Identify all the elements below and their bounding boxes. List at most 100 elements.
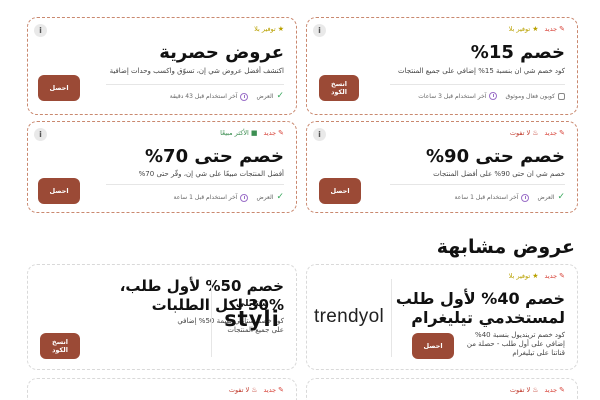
last-used: آخر استخدام قبل 3 ساعات	[418, 92, 498, 100]
new-label: جديد	[544, 272, 558, 280]
last-used-label: آخر استخدام قبل 1 ساعة	[454, 194, 519, 201]
new-icon: ✎	[559, 271, 565, 280]
last-used: آخر استخدام قبل 1 ساعة	[454, 193, 530, 202]
offer-status: ✓ العرض	[256, 193, 284, 202]
offer-title: خصم حتى 90%	[426, 146, 565, 167]
new-badge: ✎ جديد	[544, 272, 565, 280]
check-icon: ✓	[276, 91, 284, 101]
offer-label: العرض	[256, 194, 274, 201]
info-icon[interactable]: i	[313, 128, 326, 141]
category-badge: ■ الأكثر مبيعًا	[220, 129, 257, 137]
clock-icon	[521, 193, 530, 202]
info-icon[interactable]: i	[34, 128, 47, 141]
category-label: لا تفوت	[509, 386, 531, 394]
verified-icon	[558, 92, 565, 100]
offer-title: عروض حصرية	[159, 42, 284, 63]
card-tags: ✎ جديد ♨ لا تفوت	[510, 129, 565, 137]
offer-label: العرض	[537, 194, 555, 201]
card-tags: ✎ جديد ■ الأكثر مبيعًا	[220, 129, 284, 137]
offer-description: اكتشف أفضل عروض شي إن، تسوّق واكسب وحدات…	[109, 67, 284, 75]
brand-divider	[391, 279, 392, 357]
offer-description: كود خصم ترينديول بنسبة 40% إضافي على أول…	[466, 331, 565, 357]
offer-description: أفضل المنتجات مبيعًا على شي إن، وفّر حتى…	[138, 170, 284, 178]
new-label: جديد	[544, 129, 558, 137]
new-icon: ✎	[278, 128, 284, 137]
category-label: توفير بلا	[508, 25, 531, 33]
card-tags: ✎ جديد ♨ لا تفوت	[510, 386, 565, 394]
verified-label: كوبون فعال وموثوق	[505, 92, 555, 100]
get-deal-button[interactable]: احصل	[319, 178, 361, 204]
new-label: جديد	[263, 386, 277, 394]
verified-status: كوبون فعال وموثوق	[505, 92, 565, 100]
offer-title-line1: خصم 50% لأول طلب،	[119, 277, 284, 295]
category-label: توفير بلا	[254, 25, 276, 33]
category-label: الأكثر مبيعًا	[220, 129, 249, 137]
check-icon: ✓	[557, 192, 565, 202]
offer-title-line2: لمستخدمي تيليغرام	[411, 308, 565, 327]
new-icon: ✎	[559, 128, 565, 137]
check-icon: ✓	[276, 192, 284, 202]
brand-divider	[211, 279, 212, 357]
card-tags: ✎ جديد ★ توفير بلا	[509, 272, 565, 280]
new-icon: ✎	[278, 385, 284, 394]
offer-meta: ✓ العرض آخر استخدام قبل 1 ساعة	[455, 193, 565, 202]
new-label: جديد	[263, 129, 277, 137]
clock-icon	[240, 92, 249, 101]
divider	[390, 84, 565, 85]
offer-status: ✓ العرض	[256, 92, 284, 101]
offer-meta: كوبون فعال وموثوق آخر استخدام قبل 3 ساعا…	[418, 92, 565, 100]
trendyol-logo[interactable]: trendyol	[311, 306, 387, 328]
fire-icon: ♨	[532, 128, 539, 137]
copy-code-button[interactable]: انسخ الكود	[40, 333, 80, 359]
similar-offer-card: خصم 50% لأول طلب، 30% لكل الطلبات كود خص…	[27, 264, 297, 370]
info-icon[interactable]: i	[34, 24, 47, 37]
new-badge: ✎ جديد	[544, 25, 565, 33]
category-label: لا تفوت	[509, 129, 531, 137]
bestseller-icon: ■	[250, 128, 258, 137]
category-label: توفير بلا	[508, 272, 531, 280]
copy-code-button[interactable]: انسخ الكود	[319, 75, 359, 101]
last-used: آخر استخدام قبل 43 دقيقة	[170, 92, 249, 101]
coupon-card: i ✎ جديد ♨ لا تفوت خصم حتى 90% خصم شي ان ح…	[306, 121, 578, 213]
divider	[390, 184, 565, 185]
offer-title: خصم 15%	[470, 42, 565, 63]
category-badge: ♨ لا تفوت	[510, 386, 539, 394]
last-used: آخر استخدام قبل 1 ساعة	[174, 193, 249, 202]
last-used-label: آخر استخدام قبل 3 ساعات	[418, 92, 487, 100]
fire-icon: ♨	[251, 385, 258, 394]
offer-description: كود خصم شي ان بنسبة 15% إضافي على جميع ا…	[397, 67, 565, 75]
new-badge: ✎ جديد	[263, 386, 284, 394]
new-badge: ✎ جديد	[544, 386, 565, 394]
coupon-card: i ✎ جديد ■ الأكثر مبيعًا خصم حتى 70% أفضل …	[27, 121, 297, 213]
card-tags: ★ توفير بلا	[254, 25, 284, 33]
star-icon: ★	[532, 271, 539, 280]
category-badge: ★ توفير بلا	[509, 25, 539, 33]
offer-title-line1: خصم 40% لأول طلب	[395, 289, 565, 308]
offer-status: ✓ العرض	[537, 193, 565, 202]
card-tags: ✎ جديد ★ توفير بلا	[509, 25, 565, 33]
category-badge: ♨ لا تفوت	[229, 386, 258, 394]
star-icon: ★	[532, 24, 539, 33]
similar-offer-card: ✎ جديد ★ توفير بلا خصم 40% لأول طلب لمستخد…	[306, 264, 578, 370]
styli-logo[interactable]: ستايلي styli	[216, 299, 288, 331]
coupon-card: i ✎ جديد ★ توفير بلا خصم 15% كود خصم شي ان…	[306, 17, 578, 115]
divider	[106, 84, 284, 85]
similar-offer-card: ✎ جديد ♨ لا تفوت	[27, 378, 297, 400]
category-badge: ♨ لا تفوت	[510, 129, 539, 137]
card-tags: ✎ جديد ♨ لا تفوت	[229, 386, 284, 394]
divider	[106, 184, 284, 185]
offer-title: خصم حتى 70%	[145, 146, 284, 167]
category-badge: ★ توفير بلا	[254, 25, 284, 33]
offer-meta: ✓ العرض آخر استخدام قبل 43 دقيقة	[170, 92, 284, 101]
offer-label: العرض	[256, 93, 274, 100]
get-deal-button[interactable]: احصل	[38, 75, 80, 101]
info-icon[interactable]: i	[313, 24, 326, 37]
get-deal-button[interactable]: احصل	[412, 333, 454, 359]
new-icon: ✎	[559, 24, 565, 33]
category-label: لا تفوت	[228, 386, 250, 394]
new-label: جديد	[544, 25, 558, 33]
offer-meta: ✓ العرض آخر استخدام قبل 1 ساعة	[174, 193, 284, 202]
styli-logo-latin: styli	[224, 307, 280, 331]
similar-offer-card: ✎ جديد ♨ لا تفوت	[306, 378, 578, 400]
get-deal-button[interactable]: احصل	[38, 178, 80, 204]
